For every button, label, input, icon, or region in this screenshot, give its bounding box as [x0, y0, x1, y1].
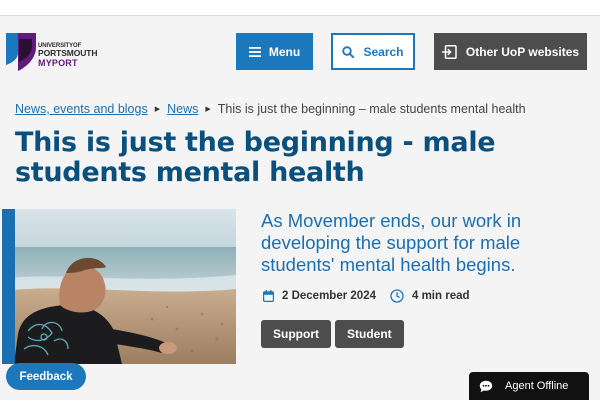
menu-label: Menu: [268, 44, 301, 59]
article-read-time-text: 4 min read: [411, 290, 470, 302]
logo-text-myport: MYPORT: [38, 58, 78, 68]
article-date: 2 December 2024: [263, 290, 376, 302]
hero-accent-bar: [2, 209, 15, 364]
menu-button[interactable]: Menu: [236, 33, 313, 70]
calendar-icon: [263, 290, 274, 302]
tag-support[interactable]: Support: [261, 320, 331, 348]
other-uop-websites-button[interactable]: Other UoP websites: [434, 33, 587, 70]
other-uop-websites-label: Other UoP websites: [465, 44, 580, 59]
article-meta: 2 December 2024 4 min read: [263, 289, 470, 303]
university-logo[interactable]: UNIVERSITYOF PORTSMOUTH MYPORT: [6, 33, 126, 73]
hero-photo: [2, 209, 236, 364]
breadcrumb-separator-icon: ▶: [154, 106, 161, 113]
article-date-text: 2 December 2024: [282, 290, 376, 302]
breadcrumb-link-news[interactable]: News: [167, 102, 198, 116]
live-chat-agent-button[interactable]: Agent Offline: [469, 372, 589, 400]
breadcrumb-link-news-events-blogs[interactable]: News, events and blogs: [15, 102, 148, 116]
top-strip: [0, 0, 600, 16]
breadcrumb: News, events and blogs ▶ News ▶ This is …: [15, 102, 526, 116]
breadcrumb-separator-icon: ▶: [205, 106, 211, 113]
logo-text-portsmouth: PORTSMOUTH: [38, 48, 98, 58]
article-intro: As Movember ends, our work in developing…: [261, 210, 522, 275]
article-tags: Support Student: [261, 320, 404, 348]
search-icon: [342, 45, 355, 58]
clock-icon: [390, 289, 404, 303]
external-link-icon: [441, 44, 457, 59]
article-read-time: 4 min read: [390, 289, 470, 303]
feedback-button[interactable]: Feedback: [6, 363, 86, 390]
search-label: Search: [363, 44, 404, 59]
breadcrumb-current: This is just the beginning – male studen…: [217, 102, 526, 116]
chat-icon: [479, 380, 493, 392]
uop-shield-icon: [6, 33, 36, 71]
tag-student[interactable]: Student: [335, 320, 404, 348]
hero-image: [2, 209, 236, 364]
menu-icon: [248, 46, 261, 57]
agent-status-label: Agent Offline: [505, 380, 569, 392]
search-button[interactable]: Search: [331, 33, 415, 70]
page-title: This is just the beginning - male studen…: [15, 127, 496, 188]
